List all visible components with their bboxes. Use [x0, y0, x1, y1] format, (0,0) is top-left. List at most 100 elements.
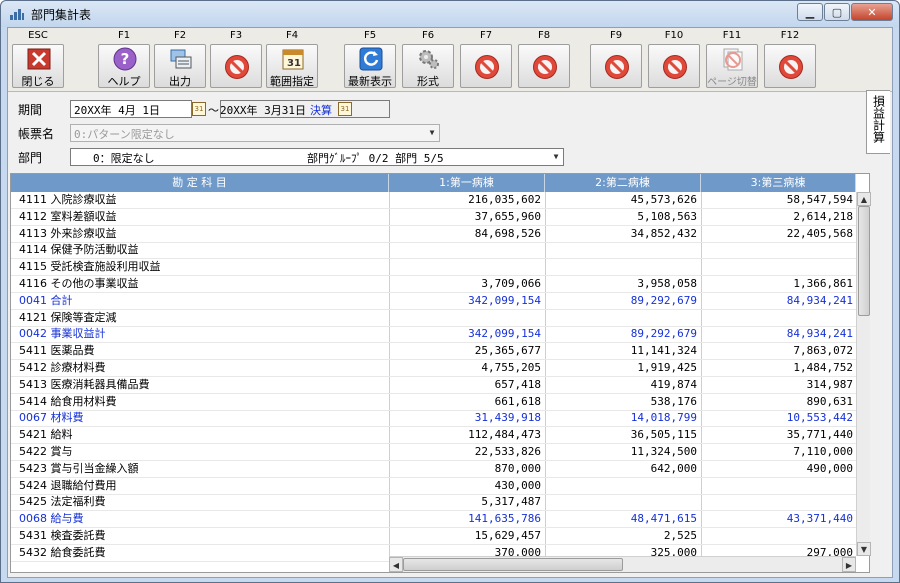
- esc-close-button[interactable]: ESC 閉じる: [10, 28, 66, 90]
- f3-disabled-button[interactable]: F3: [208, 28, 264, 90]
- tab-income-statement[interactable]: 損益計算: [866, 90, 890, 154]
- button-label: ページ切替: [707, 77, 757, 88]
- table-row[interactable]: 5425 法定福利費 5,317,487: [11, 494, 856, 512]
- table-row[interactable]: 5424 退職給付費用 430,000: [11, 478, 856, 495]
- table-row[interactable]: 5411 医薬品費 25,365,677 11,141,324 7,863,072: [11, 343, 856, 361]
- key-label: F10: [664, 30, 684, 41]
- ward-3-cell: [703, 310, 853, 326]
- table-row[interactable]: 4121 保険等査定減: [11, 310, 856, 327]
- table-row[interactable]: 0068 給与費 141,635,786 48,471,615 43,371,440: [11, 511, 856, 529]
- f6-format-button[interactable]: F6 形式: [400, 28, 456, 90]
- column-header-account[interactable]: 勘 定 科 目: [11, 174, 389, 192]
- table-row[interactable]: 5423 賞与引当金繰入額 870,000 642,000 490,000: [11, 461, 856, 478]
- f4-range-button[interactable]: F4 31 範囲指定: [264, 28, 320, 90]
- client-area: ESC 閉じる F1 ? ヘルプ F2 出力 F3 F4 31 範囲指定 F5 …: [7, 27, 893, 578]
- table-row[interactable]: 5414 給食用材料費 661,618 538,176 890,631: [11, 394, 856, 411]
- title-bar[interactable]: 部門集計表 ▁ ▢ ✕: [1, 1, 899, 27]
- ward-2-cell: 45,573,626: [630, 193, 697, 206]
- f12-disabled-button[interactable]: F12: [762, 28, 818, 90]
- form-name-select[interactable]: 0:パターン限定なし ▼: [70, 124, 440, 142]
- column-header-ward-2[interactable]: 2:第二病棟: [545, 174, 701, 192]
- column-header-ward-1[interactable]: 1:第一病棟: [389, 174, 545, 192]
- ward-3-cell: [703, 494, 853, 510]
- button-face: 出力: [154, 44, 206, 88]
- table-row[interactable]: 4112 室料差額収益 37,655,960 5,108,563 2,614,218: [11, 209, 856, 226]
- scroll-thumb[interactable]: [403, 558, 623, 571]
- scroll-up-icon[interactable]: ▲: [857, 192, 871, 206]
- table-row[interactable]: 5421 給料 112,484,473 36,505,115 35,771,440: [11, 427, 856, 445]
- f11-page-switch-button[interactable]: F11 ページ切替: [704, 28, 760, 90]
- table-row[interactable]: 0041 合計 342,099,154 89,292,679 84,934,241: [11, 293, 856, 310]
- table-row[interactable]: 0042 事業収益計 342,099,154 89,292,679 84,934,24…: [11, 326, 856, 344]
- table-row[interactable]: 5422 賞与 22,533,826 11,324,500 7,110,000: [11, 444, 856, 461]
- f9-disabled-button[interactable]: F9: [588, 28, 644, 90]
- scroll-thumb[interactable]: [858, 206, 870, 316]
- table-row[interactable]: 4115 受託検査施設利用収益: [11, 259, 856, 277]
- department-select[interactable]: 0：限定なし 部門ｸﾞﾙｰﾌﾟ 0/2 部門 5/5 ▼: [70, 148, 564, 166]
- table-row[interactable]: 5413 医療消耗器具備品費 657,418 419,874 314,987: [11, 377, 856, 394]
- button-face: [518, 44, 570, 88]
- maximize-button[interactable]: ▢: [824, 3, 850, 21]
- form-name-label: 帳票名: [18, 127, 55, 141]
- ward-3-cell: 1,366,861: [793, 277, 853, 290]
- window-title: 部門集計表: [31, 8, 92, 22]
- ward-1-cell: [391, 259, 541, 275]
- table-row[interactable]: 4114 保健予防活動収益: [11, 242, 856, 260]
- account-cell: 5424 退職給付費用: [19, 478, 117, 492]
- account-cell: 4113 外来診療収益: [19, 226, 117, 240]
- scroll-left-icon[interactable]: ◀: [389, 557, 403, 572]
- ward-2-cell: 642,000: [650, 461, 697, 475]
- f10-disabled-button[interactable]: F10: [646, 28, 702, 90]
- table-row[interactable]: 5412 診療材料費 4,755,205 1,919,425 1,484,752: [11, 360, 856, 377]
- f7-disabled-button[interactable]: F7: [458, 28, 514, 90]
- period-end-field[interactable]: 20XX年 3月31日: [220, 102, 306, 118]
- key-label: F7: [479, 30, 493, 41]
- prohibited-icon: [779, 55, 803, 79]
- button-label: ヘルプ: [107, 75, 141, 88]
- table-row[interactable]: 4113 外来診療収益 84,698,526 34,852,432 22,405,56…: [11, 226, 856, 243]
- account-cell: 0068 給与費: [19, 512, 84, 526]
- calendar-icon[interactable]: 31: [338, 102, 352, 116]
- column-header-ward-3[interactable]: 3:第三病棟: [701, 174, 856, 192]
- button-face: [590, 44, 642, 88]
- ward-2-cell: [547, 259, 697, 275]
- period-start-field[interactable]: 20XX年 4月 1日: [70, 100, 192, 118]
- table-row[interactable]: 0067 材料費 31,439,918 14,018,799 10,553,442: [11, 410, 856, 428]
- closing-mode-label[interactable]: 決算: [310, 102, 332, 118]
- table-row[interactable]: 4116 その他の事業収益 3,709,066 3,958,058 1,366,861: [11, 276, 856, 293]
- key-label: F8: [537, 30, 551, 41]
- ward-3-cell: 84,934,241: [786, 327, 853, 341]
- ward-1-cell: 37,655,960: [474, 209, 541, 223]
- ward-2-cell: 89,292,679: [630, 293, 697, 307]
- ward-3-cell: 7,110,000: [793, 445, 853, 458]
- close-window-button[interactable]: ✕: [851, 3, 893, 21]
- scroll-right-icon[interactable]: ▶: [842, 557, 856, 572]
- period-label: 期間: [18, 103, 43, 117]
- ward-1-cell: 430,000: [494, 478, 541, 492]
- button-label: 閉じる: [21, 75, 55, 88]
- table-row[interactable]: 4111 入院診療収益 216,035,602 45,573,626 58,547,5…: [11, 192, 856, 209]
- minimize-icon: ▁: [805, 5, 815, 19]
- ward-1-cell: [391, 242, 541, 258]
- ward-2-cell: 89,292,679: [630, 327, 697, 341]
- account-cell: 5421 給料: [19, 428, 73, 442]
- gear-icon: [419, 50, 439, 69]
- ward-3-cell: 84,934,241: [786, 293, 853, 307]
- chevron-down-icon: ▼: [553, 152, 559, 161]
- f5-refresh-button[interactable]: F5 最新表示: [342, 28, 398, 90]
- calendar-icon[interactable]: 31: [192, 102, 206, 116]
- scroll-down-icon[interactable]: ▼: [857, 542, 871, 556]
- vertical-scrollbar[interactable]: ▲ ▼: [856, 192, 871, 556]
- f8-disabled-button[interactable]: F8: [516, 28, 572, 90]
- f1-help-button[interactable]: F1 ? ヘルプ: [96, 28, 152, 90]
- button-face: [648, 44, 700, 88]
- ward-3-cell: 890,631: [806, 394, 853, 408]
- ward-2-cell: [547, 478, 697, 494]
- account-cell: 4116 その他の事業収益: [19, 277, 139, 290]
- minimize-button[interactable]: ▁: [797, 3, 823, 21]
- ward-3-cell: 2,614,218: [793, 209, 853, 223]
- ward-3-cell: [703, 259, 853, 275]
- f2-output-button[interactable]: F2 出力: [152, 28, 208, 90]
- table-row[interactable]: 5431 検査委託費 15,629,457 2,525: [11, 528, 856, 545]
- horizontal-scrollbar[interactable]: ◀ ▶: [389, 556, 856, 572]
